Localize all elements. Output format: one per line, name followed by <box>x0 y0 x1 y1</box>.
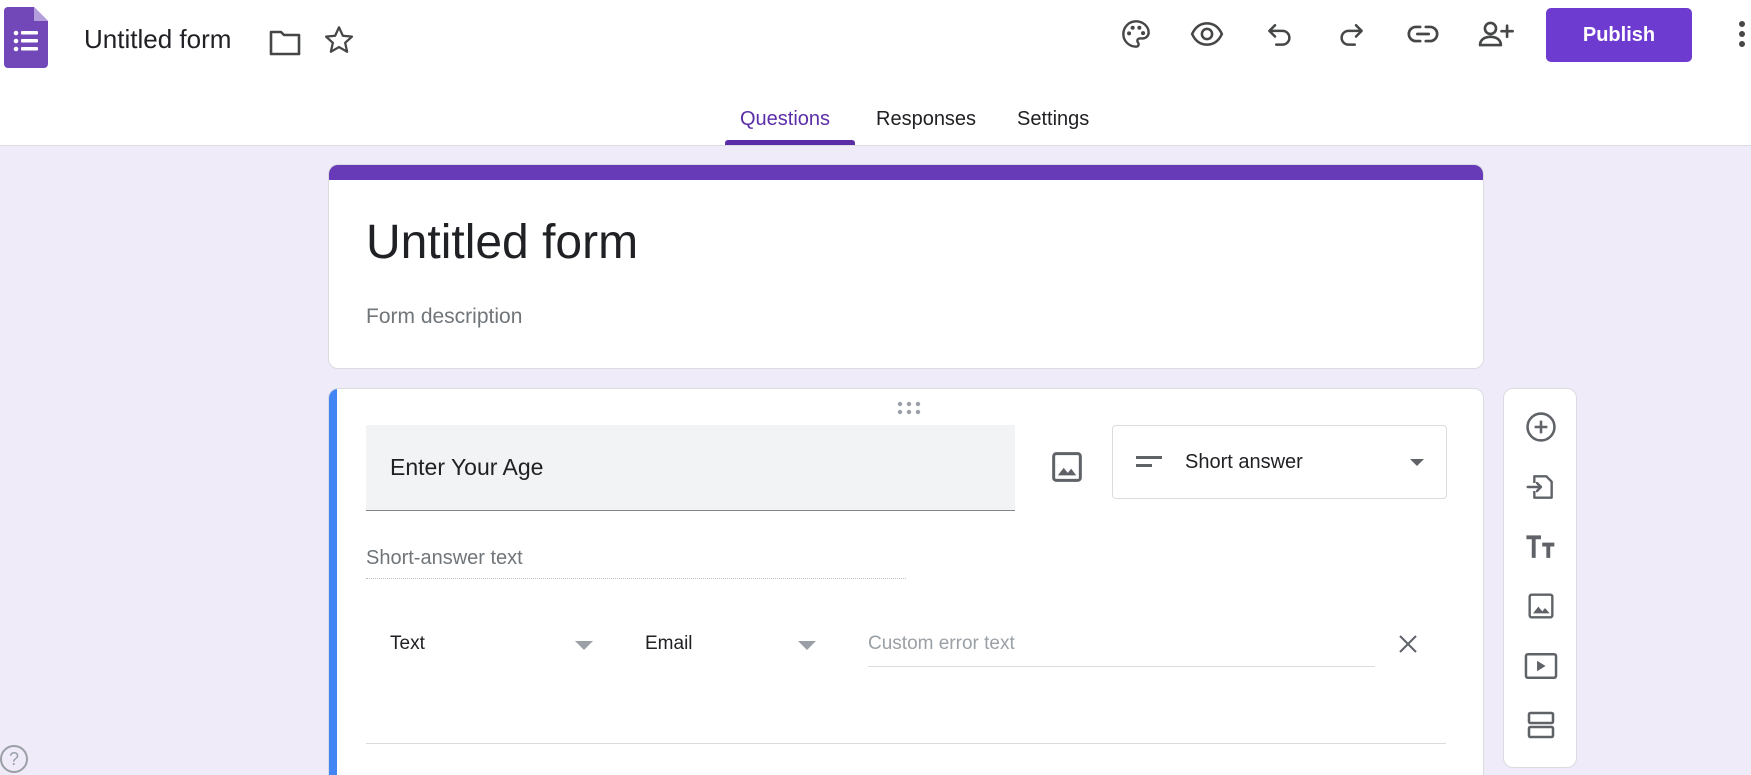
divider <box>366 743 1446 744</box>
question-type-dropdown[interactable]: Short answer <box>1112 425 1447 499</box>
theme-accent-strip <box>329 165 1483 180</box>
question-card[interactable]: Enter Your Age Short answer Short-answer… <box>328 388 1484 775</box>
form-description-field[interactable]: Form description <box>366 305 522 329</box>
tab-responses[interactable]: Responses <box>876 108 976 131</box>
preview-eye-icon[interactable] <box>1189 16 1225 52</box>
document-title[interactable]: Untitled form <box>84 24 231 55</box>
add-title-icon[interactable] <box>1523 529 1559 565</box>
drag-handle-icon[interactable] <box>895 399 923 417</box>
form-title[interactable]: Untitled form <box>366 215 638 270</box>
more-vert-icon[interactable] <box>1733 16 1751 52</box>
validation-condition-dropdown[interactable]: Email <box>645 633 693 655</box>
link-icon[interactable] <box>1405 16 1441 52</box>
short-answer-placeholder: Short-answer text <box>366 547 906 579</box>
tab-bar: Questions Responses Settings <box>0 100 1751 146</box>
top-bar: Untitled form Publish Questions Response… <box>0 0 1751 146</box>
palette-icon[interactable] <box>1118 16 1154 52</box>
folder-icon[interactable] <box>267 24 303 60</box>
validation-type-dropdown[interactable]: Text <box>390 633 425 655</box>
publish-button[interactable]: Publish <box>1546 8 1692 62</box>
undo-icon[interactable] <box>1262 16 1298 52</box>
dropdown-arrow-icon <box>1410 459 1424 466</box>
question-type-label: Short answer <box>1185 451 1303 473</box>
import-questions-icon[interactable] <box>1523 469 1559 505</box>
tab-questions[interactable]: Questions <box>740 108 830 131</box>
add-collaborator-icon[interactable] <box>1476 16 1516 52</box>
form-header-card: Untitled form Form description <box>328 164 1484 369</box>
help-icon[interactable]: ? <box>0 745 28 773</box>
question-title-input[interactable]: Enter Your Age <box>366 425 1015 511</box>
active-tab-indicator <box>725 140 855 145</box>
dropdown-arrow-icon[interactable] <box>798 641 816 650</box>
close-icon[interactable] <box>1397 633 1419 655</box>
add-image-icon[interactable] <box>1047 447 1087 487</box>
star-icon[interactable] <box>321 22 357 58</box>
short-answer-icon <box>1135 452 1163 477</box>
add-question-icon[interactable] <box>1523 409 1559 445</box>
forms-logo-icon[interactable] <box>4 7 48 68</box>
add-section-icon[interactable] <box>1523 707 1559 743</box>
floating-toolbar <box>1503 388 1577 768</box>
add-video-icon[interactable] <box>1523 648 1559 684</box>
redo-icon[interactable] <box>1333 16 1369 52</box>
tab-settings[interactable]: Settings <box>1017 108 1089 131</box>
add-image-icon[interactable] <box>1523 588 1559 624</box>
dropdown-arrow-icon[interactable] <box>575 641 593 650</box>
custom-error-text-input[interactable]: Custom error text <box>868 633 1375 667</box>
active-question-indicator <box>329 389 337 775</box>
